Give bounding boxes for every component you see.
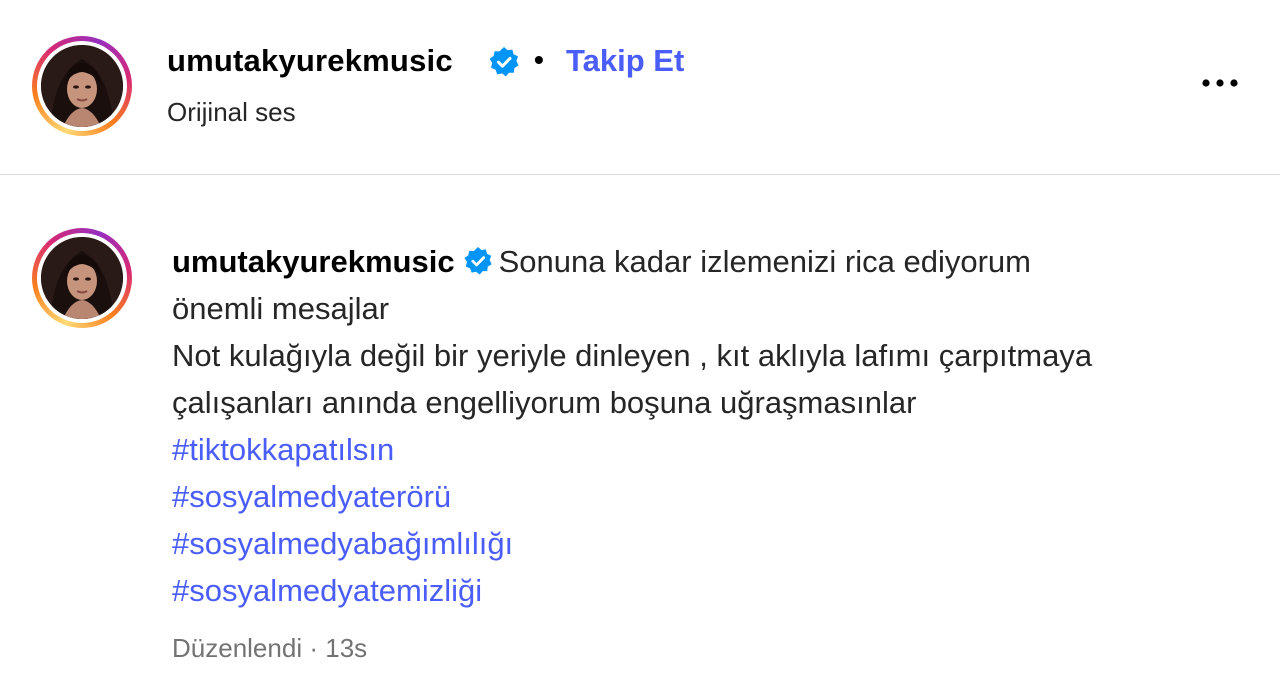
follow-button[interactable]: Takip Et xyxy=(566,43,684,79)
avatar-portrait-icon xyxy=(41,45,123,127)
more-options-button[interactable] xyxy=(1196,66,1244,100)
more-options-icon xyxy=(1202,79,1238,87)
audio-label-link[interactable]: Orijinal ses xyxy=(167,97,296,128)
caption-line-1: umutakyurekmusic Sonuna kadar izlemenizi… xyxy=(172,238,1262,285)
hashtag-link[interactable]: #sosyalmedyabağımlılığı xyxy=(172,520,513,567)
verified-badge-icon xyxy=(463,242,493,275)
hashtag-link[interactable]: #sosyalmedyatemizliği xyxy=(172,567,482,614)
avatar-image xyxy=(41,45,123,127)
post-header: umutakyurekmusic • Takip Et Orijinal ses xyxy=(0,0,1280,175)
verified-badge-icon xyxy=(488,46,520,78)
post-author-username[interactable]: umutakyurekmusic xyxy=(167,43,453,79)
meta-separator: · xyxy=(309,633,318,663)
timestamp[interactable]: 13s xyxy=(325,633,367,663)
caption-text-line-1: Sonuna kadar izlemenizi rica ediyorum xyxy=(498,244,1031,279)
comment-author-username[interactable]: umutakyurekmusic xyxy=(172,244,455,279)
caption-text: umutakyurekmusic Sonuna kadar izlemenizi… xyxy=(172,238,1262,614)
caption-text-line-3: Not kulağıyla değil bir yeriyle dinleyen… xyxy=(172,338,1093,373)
avatar-portrait-icon xyxy=(41,237,123,319)
avatar-image xyxy=(41,237,123,319)
caption-text-line-4: çalışanları anında engelliyorum boşuna u… xyxy=(172,385,917,420)
caption-text-line-2: önemli mesajlar xyxy=(172,291,390,326)
separator-dot: • xyxy=(534,44,544,75)
hashtag-link[interactable]: #sosyalmedyaterörü xyxy=(172,473,451,520)
edited-label: Düzenlendi xyxy=(172,633,303,663)
profile-avatar[interactable] xyxy=(32,36,132,136)
comment-meta: Düzenlendi · 13s xyxy=(172,633,367,664)
comment-avatar[interactable] xyxy=(32,228,132,328)
hashtag-link[interactable]: #tiktokkapatılsın xyxy=(172,426,394,473)
